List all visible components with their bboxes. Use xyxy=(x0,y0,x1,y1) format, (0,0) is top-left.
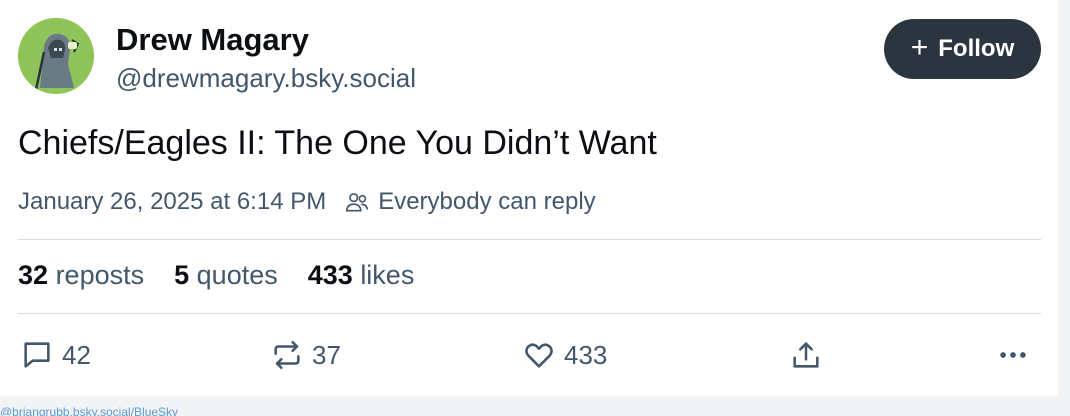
comment-icon xyxy=(24,342,50,368)
engagement-stats: 32 reposts 5 quotes 433 likes xyxy=(18,260,414,291)
post-card: Drew Magary @drewmagary.bsky.social + Fo… xyxy=(0,0,1058,396)
more-options-button[interactable] xyxy=(996,338,1030,372)
post-timestamp[interactable]: January 26, 2025 at 6:14 PM xyxy=(18,188,326,216)
share-button[interactable] xyxy=(789,338,823,372)
action-bar: 42 37 433 xyxy=(0,338,1058,378)
post-text: Chiefs/Eagles II: The One You Didn’t Wan… xyxy=(18,124,657,162)
reply-button[interactable]: 42 xyxy=(20,338,91,372)
avatar[interactable] xyxy=(18,18,94,94)
author-handle[interactable]: @drewmagary.bsky.social xyxy=(116,63,416,94)
share-icon xyxy=(793,342,819,368)
divider xyxy=(18,239,1041,240)
likes-stat[interactable]: 433 likes xyxy=(308,260,415,291)
image-credit: @briangrubb.bsky.social/BlueSky xyxy=(0,405,179,416)
divider xyxy=(18,313,1041,314)
repost-button[interactable]: 37 xyxy=(270,338,341,372)
repost-count: 37 xyxy=(312,339,341,370)
quotes-stat[interactable]: 5 quotes xyxy=(174,260,278,291)
reply-setting[interactable]: Everybody can reply xyxy=(378,188,595,216)
heart-icon xyxy=(525,343,553,368)
reply-count: 42 xyxy=(62,339,91,370)
follow-button[interactable]: + Follow xyxy=(884,19,1041,79)
author-name[interactable]: Drew Magary xyxy=(116,22,309,58)
more-dots-icon xyxy=(1000,352,1026,358)
people-icon xyxy=(346,193,369,212)
grim-reaper-icon xyxy=(18,18,94,94)
reposts-stat[interactable]: 32 reposts xyxy=(18,260,144,291)
plus-icon: + xyxy=(910,30,929,64)
post-meta: January 26, 2025 at 6:14 PM Everybody ca… xyxy=(18,188,596,216)
like-count: 433 xyxy=(564,339,608,370)
follow-button-label: Follow xyxy=(938,35,1015,62)
repost-icon xyxy=(274,340,300,370)
like-button[interactable]: 433 xyxy=(522,338,607,372)
